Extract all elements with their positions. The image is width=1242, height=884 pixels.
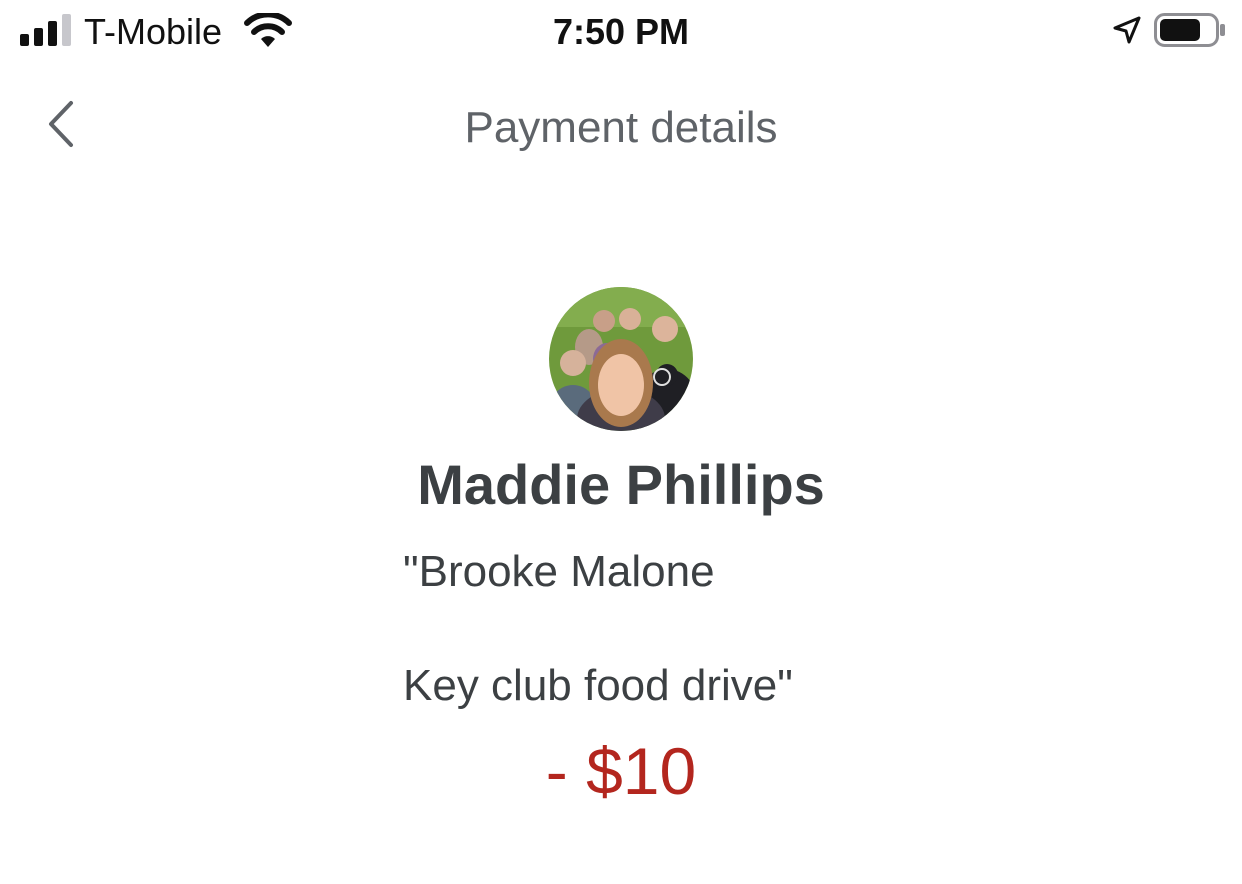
payee-name: Maddie Phillips <box>417 453 825 516</box>
payment-amount: - $10 <box>545 734 697 808</box>
status-time: 7:50 PM <box>552 11 690 52</box>
location-arrow-icon <box>1113 16 1141 44</box>
battery-icon <box>1154 13 1225 47</box>
page-title: Payment details <box>464 103 778 152</box>
payment-note-line-2: Key club food drive" <box>403 661 793 710</box>
status-bar: T-Mobile 7:50 PM <box>0 0 1242 64</box>
payee-avatar[interactable] <box>549 287 693 431</box>
avatar-photo <box>549 287 693 431</box>
payment-note-line-1: "Brooke Malone <box>403 547 715 596</box>
